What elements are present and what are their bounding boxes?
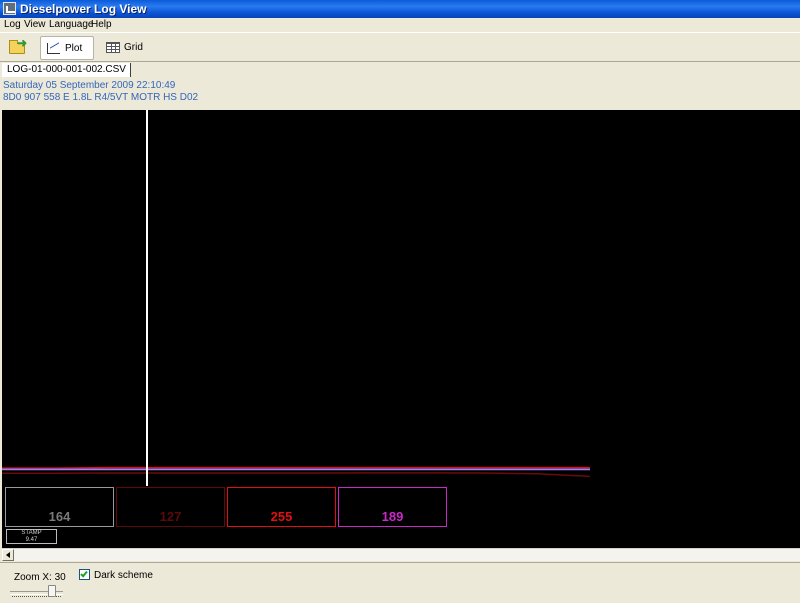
menu-view[interactable]: View: [24, 19, 46, 31]
zoom-label: Zoom X: 30: [14, 572, 66, 583]
bottom-panel: Zoom X: 30: [0, 562, 800, 603]
stamp-value: 9.47: [25, 537, 38, 543]
tab-log-file[interactable]: LOG-01-000-001-002.CSV: [2, 63, 131, 77]
app-icon: [3, 2, 16, 15]
series-line-0: [2, 466, 590, 469]
arrow-icon: ➜: [17, 36, 28, 50]
zoom-slider[interactable]: [10, 585, 63, 599]
channel-value-box: 164: [5, 487, 114, 527]
channel-value: 127: [159, 509, 182, 524]
channel-value-box: 255: [227, 487, 336, 527]
window-title: Dieselpower Log View: [20, 2, 147, 16]
zoom-slider-thumb[interactable]: [48, 585, 57, 597]
ecu-info: 8D0 907 558 E 1.8L R4/5VT MOTR HS D02: [3, 92, 199, 103]
arrow-left-icon: [6, 552, 10, 558]
plot-label: Plot: [65, 43, 83, 54]
menu-log[interactable]: Log: [4, 19, 21, 31]
chart-icon: [47, 43, 60, 54]
plot-area[interactable]: 164 127 255 189 STAMP 9.47: [2, 110, 800, 548]
plot-view-button[interactable]: Plot: [40, 36, 94, 60]
file-tabstrip: LOG-01-000-001-002.CSV: [0, 63, 800, 77]
stamp-box: STAMP 9.47: [6, 529, 57, 544]
plot-cursor[interactable]: [146, 110, 149, 486]
check-icon: [80, 569, 88, 578]
menu-help[interactable]: Help: [91, 19, 112, 31]
dark-scheme-label: Dark scheme: [94, 570, 153, 581]
channel-value-box: 127: [116, 487, 225, 527]
table-icon: [106, 42, 120, 53]
menu-language[interactable]: Language: [49, 19, 94, 31]
toolbar: ➜ Plot Grid: [0, 32, 800, 62]
channel-value: 189: [381, 509, 404, 524]
grid-view-button[interactable]: Grid: [100, 36, 143, 60]
scroll-left-button[interactable]: [2, 549, 14, 561]
stamp-label: STAMP: [21, 530, 42, 536]
app-window: Dieselpower Log View Log View Language H…: [0, 0, 800, 603]
title-bar[interactable]: Dieselpower Log View: [0, 0, 800, 18]
log-date: Saturday 05 September 2009 22:10:49: [3, 80, 176, 91]
series-line-3: [2, 472, 591, 478]
channel-value: 255: [270, 509, 293, 524]
log-chart: [2, 466, 591, 478]
horizontal-scrollbar[interactable]: [2, 548, 800, 561]
open-log-button[interactable]: ➜: [6, 37, 30, 59]
channel-value: 164: [48, 509, 71, 524]
channel-value-box: 189: [338, 487, 447, 527]
menu-bar: Log View Language Help: [0, 18, 800, 32]
dark-scheme-checkbox[interactable]: [79, 569, 90, 580]
grid-label: Grid: [124, 42, 143, 53]
